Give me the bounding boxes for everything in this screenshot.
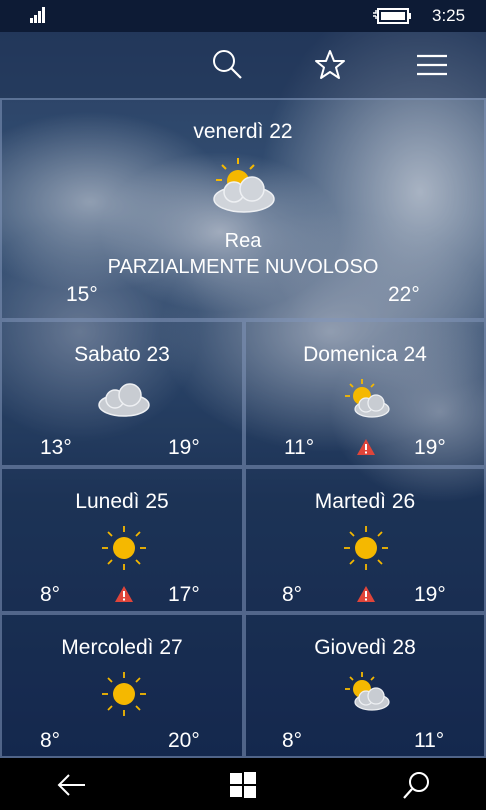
- forecast-tile-wednesday[interactable]: Mercoledì 27 8° 20°: [0, 613, 244, 758]
- forecast-high: 11°: [414, 729, 445, 752]
- forecast-high: 19°: [414, 436, 446, 459]
- forecast-high: 20°: [168, 729, 200, 752]
- today-tile[interactable]: venerdì 22 Rea PARZIALMENTE NUVOLOSO 15°…: [0, 98, 486, 320]
- sun-icon: [102, 526, 146, 570]
- cloudy-icon: [98, 383, 150, 417]
- signal-icon: [30, 7, 45, 23]
- forecast-tile-sunday[interactable]: Domenica 24 11° 19°: [244, 320, 486, 467]
- forecast-day: Sabato 23: [74, 343, 170, 366]
- search-icon[interactable]: [402, 770, 432, 800]
- status-bar: 3:25: [0, 0, 486, 32]
- forecast-day: Mercoledì 27: [61, 636, 183, 659]
- forecast-low: 8°: [40, 583, 61, 606]
- forecast-low: 13°: [40, 436, 72, 459]
- warning-icon[interactable]: [356, 585, 376, 603]
- forecast-low: 11°: [284, 436, 315, 459]
- today-high: 22°: [388, 283, 420, 306]
- forecast-tile-saturday[interactable]: Sabato 23 13° 19°: [0, 320, 244, 467]
- forecast-day: Lunedì 25: [75, 490, 169, 513]
- back-icon[interactable]: [57, 770, 87, 800]
- forecast-high: 19°: [168, 436, 200, 459]
- system-nav-bar: [0, 758, 486, 810]
- search-icon[interactable]: [210, 48, 244, 82]
- partly-cloudy-icon: [213, 158, 275, 213]
- partly-cloudy-icon: [345, 379, 390, 418]
- battery-charging-icon: [373, 8, 411, 24]
- warning-icon[interactable]: [114, 585, 134, 603]
- location-name: Rea: [224, 230, 262, 252]
- today-day: venerdì 22: [193, 120, 293, 143]
- condition-text: PARZIALMENTE NUVOLOSO: [107, 256, 379, 278]
- menu-icon[interactable]: [415, 48, 449, 82]
- forecast-low: 8°: [282, 583, 303, 606]
- today-low: 15°: [66, 283, 98, 306]
- forecast-tile-monday[interactable]: Lunedì 25 8° 17°: [0, 467, 244, 613]
- forecast-day: Domenica 24: [303, 343, 427, 366]
- forecast-day: Martedì 26: [314, 490, 416, 513]
- forecast-high: 17°: [168, 583, 200, 606]
- sun-icon: [102, 672, 146, 716]
- sun-icon: [344, 526, 388, 570]
- warning-icon[interactable]: [356, 438, 376, 456]
- forecast-low: 8°: [40, 729, 61, 752]
- app-bar: [0, 32, 486, 98]
- forecast-tile-thursday[interactable]: Giovedì 28 8° 11°: [244, 613, 486, 758]
- partly-cloudy-icon: [345, 672, 390, 711]
- forecast-tile-tuesday[interactable]: Martedì 26 8° 19°: [244, 467, 486, 613]
- forecast-low: 8°: [282, 729, 303, 752]
- windows-icon[interactable]: [228, 770, 258, 800]
- star-icon[interactable]: [313, 48, 347, 82]
- clock: 3:25: [432, 6, 466, 25]
- forecast-high: 19°: [414, 583, 446, 606]
- forecast-day: Giovedì 28: [314, 636, 416, 659]
